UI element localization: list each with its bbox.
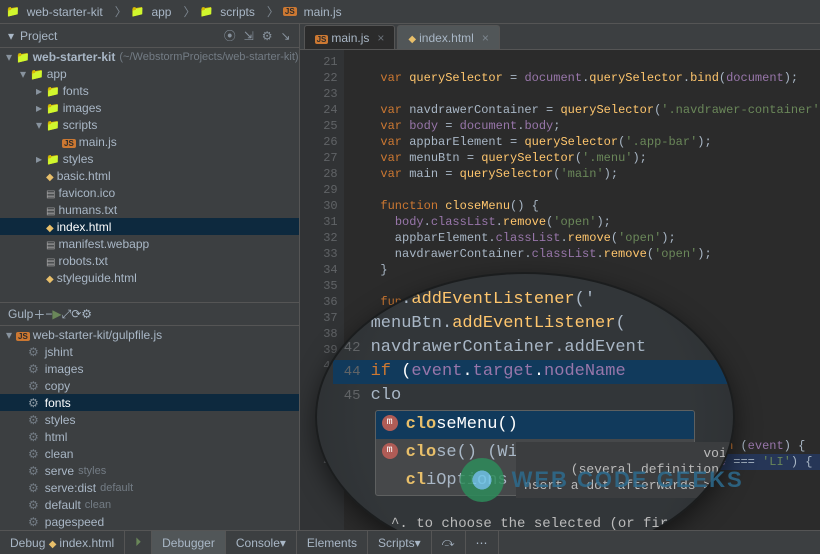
tree-row[interactable]: robots.txt <box>0 252 299 269</box>
collapse-icon[interactable]: ⇲ <box>244 29 254 43</box>
gulp-task[interactable]: ⚙servestyles <box>0 462 299 479</box>
tree-row[interactable]: ▸styles <box>0 150 299 167</box>
gulp-task[interactable]: ⚙pagespeed <box>0 513 299 530</box>
gulp-task[interactable]: ⚙images <box>0 360 299 377</box>
completion-footer: Press ^. to choose the selected (or firs… <box>341 512 694 530</box>
gear-icon[interactable]: ⚙ <box>81 307 92 321</box>
gulp-panel-title: Gulp <box>8 307 33 321</box>
debug-tab-debugger[interactable]: Debugger <box>152 531 226 554</box>
debug-tab-console[interactable]: Console ▾ <box>226 531 297 554</box>
gulp-panel-header: Gulp ＋ − ▶ ⤢ ⟳ ⚙ <box>0 302 299 326</box>
tree-row[interactable]: basic.html <box>0 167 299 184</box>
step-over-icon[interactable]: ⤼ <box>432 531 466 554</box>
tree-row[interactable]: ▾scripts <box>0 116 299 133</box>
hide-icon[interactable]: ↘ <box>281 29 291 43</box>
tree-row[interactable]: manifest.webapp <box>0 235 299 252</box>
tab-main-js[interactable]: main.js× <box>304 25 396 49</box>
debug-toolbar: Debug index.html ⏵ Debugger Console ▾ El… <box>0 530 820 554</box>
gulp-task[interactable]: ⚙styles <box>0 411 299 428</box>
chevron-down-icon[interactable]: ▾ <box>8 29 14 43</box>
method-badge: m <box>382 415 398 431</box>
gulp-task[interactable]: ⚙fonts <box>0 394 299 411</box>
project-panel-header: ▾ Project ⦿ ⇲ ⚙ ↘ <box>0 24 299 48</box>
tree-row[interactable]: styleguide.html <box>0 269 299 286</box>
chevron-right-icon: 〉 <box>267 3 279 20</box>
more-icon[interactable]: ⋯ <box>466 531 499 554</box>
code-editor[interactable]: 2122232425262728293031323334353637383940… <box>300 50 820 530</box>
close-icon[interactable]: × <box>377 31 384 45</box>
locate-icon[interactable]: ⦿ <box>224 27 236 44</box>
run-icon[interactable]: ▶ <box>52 307 61 321</box>
debug-tab-elements[interactable]: Elements <box>297 531 368 554</box>
chevron-right-icon: 〉 <box>115 3 127 20</box>
chevron-down-icon: ▾ <box>280 536 286 550</box>
gulp-task[interactable]: ⚙jshint <box>0 343 299 360</box>
gulp-task[interactable]: ⚙defaultclean <box>0 496 299 513</box>
debug-tab-scripts[interactable]: Scripts ▾ <box>368 531 432 554</box>
tab-index-html[interactable]: index.html× <box>397 25 499 49</box>
gulp-root[interactable]: ▾web-starter-kit/gulpfile.js <box>0 326 299 343</box>
project-root[interactable]: ▾web-starter-kit(~/WebstormProjects/web-… <box>0 48 299 65</box>
completion-hint: void (several definitions) nsert a dot a… <box>516 442 735 498</box>
breadcrumb-item[interactable]: scripts <box>199 5 258 19</box>
project-tree[interactable]: ▾web-starter-kit(~/WebstormProjects/web-… <box>0 48 299 302</box>
tree-row[interactable]: favicon.ico <box>0 184 299 201</box>
gulp-tree[interactable]: ▾web-starter-kit/gulpfile.js ⚙jshint⚙ima… <box>0 326 299 530</box>
minus-icon[interactable]: − <box>45 307 52 321</box>
gulp-task[interactable]: ⚙clean <box>0 445 299 462</box>
tree-row[interactable]: humans.txt <box>0 201 299 218</box>
breadcrumb: web-starter-kit 〉 app 〉 scripts 〉 main.js <box>0 0 820 24</box>
add-icon[interactable]: ＋ <box>33 306 45 323</box>
expand-icon[interactable]: ⤢ <box>62 307 72 322</box>
breadcrumb-item[interactable]: web-starter-kit <box>6 5 107 19</box>
gulp-task[interactable]: ⚙html <box>0 428 299 445</box>
refresh-icon[interactable]: ⟳ <box>71 307 81 321</box>
breadcrumb-item[interactable]: main.js <box>283 5 346 19</box>
chevron-down-icon: ▾ <box>415 536 421 550</box>
debug-label[interactable]: Debug index.html <box>0 531 125 554</box>
tree-row[interactable]: ▾app <box>0 65 299 82</box>
resume-icon[interactable]: ⏵ <box>125 531 152 554</box>
gulp-task[interactable]: ⚙serve:distdefault <box>0 479 299 496</box>
editor-tabs: main.js× index.html× <box>300 24 820 50</box>
close-icon[interactable]: × <box>482 31 489 45</box>
project-panel-title: Project <box>20 29 57 43</box>
gulp-task[interactable]: ⚙copy <box>0 377 299 394</box>
tree-row[interactable]: ▸fonts <box>0 82 299 99</box>
chevron-right-icon: 〉 <box>183 3 195 20</box>
tree-row[interactable]: main.js <box>0 133 299 150</box>
completion-item[interactable]: mcloseMenu() <box>376 411 694 439</box>
tree-row[interactable]: ▸images <box>0 99 299 116</box>
breadcrumb-item[interactable]: app <box>131 5 176 19</box>
method-badge: m <box>382 443 398 459</box>
tree-row[interactable]: index.html <box>0 218 299 235</box>
gear-icon[interactable]: ⚙ <box>262 29 273 43</box>
